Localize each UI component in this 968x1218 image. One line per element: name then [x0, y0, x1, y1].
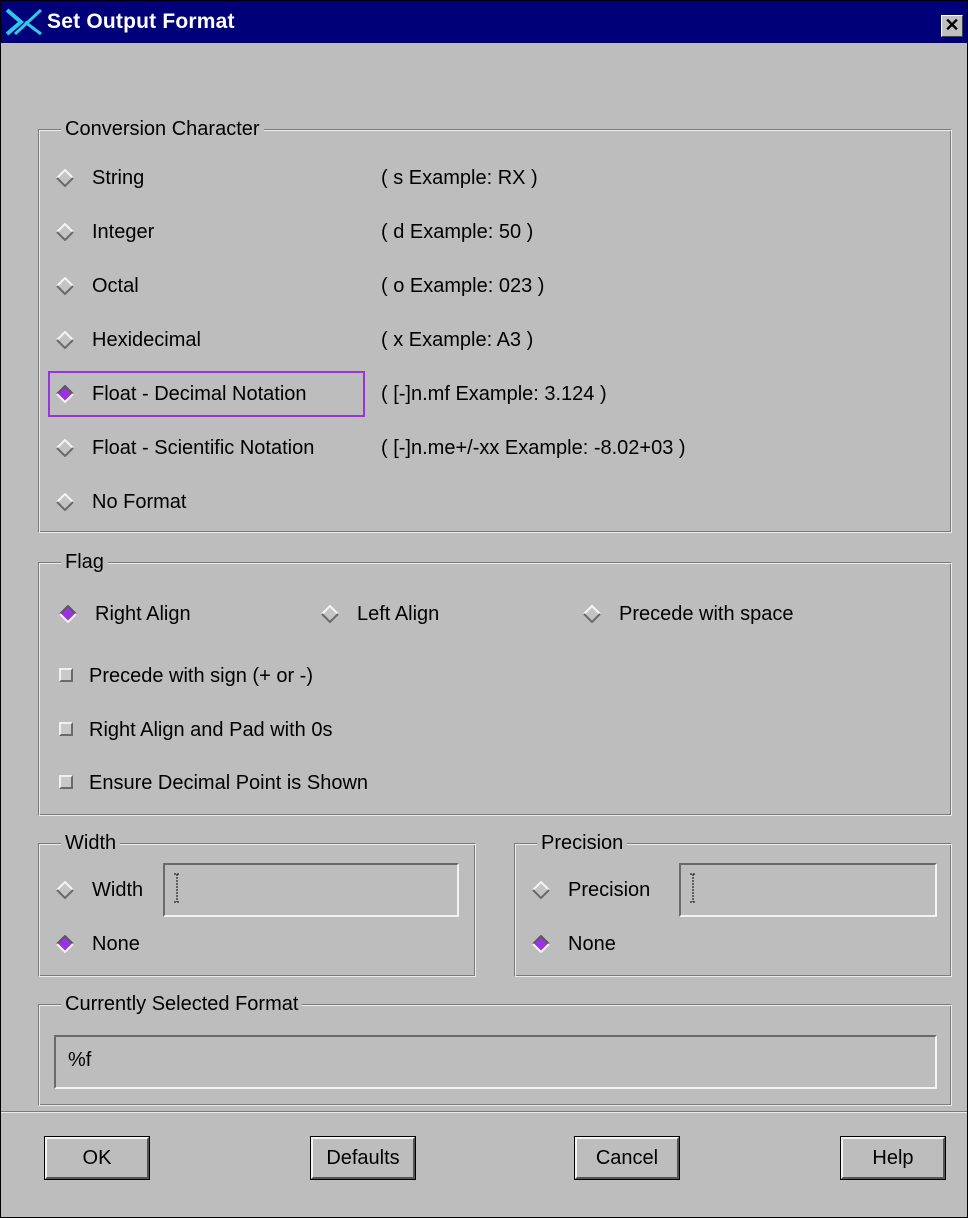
radio-off-icon [56, 881, 74, 899]
radio-label: Float - Scientific Notation [92, 437, 315, 459]
width-legend: Width [61, 831, 121, 855]
current-format-legend: Currently Selected Format [61, 992, 303, 1016]
conversion-character-legend: Conversion Character [61, 117, 264, 141]
dialog-window: Set Output Format ✕ Conversion Character… [0, 0, 968, 1218]
checkbox-icon [59, 668, 73, 682]
radio-on-icon [59, 605, 77, 623]
radio-label: Octal [92, 275, 139, 297]
checkbox-label: Right Align and Pad with 0s [89, 719, 333, 741]
example-text: ( s Example: RX ) [381, 167, 538, 189]
radio-label: None [568, 933, 616, 955]
flag-legend: Flag [61, 550, 108, 574]
precision-input[interactable] [679, 863, 937, 917]
checkbox-label: Precede with sign (+ or -) [89, 665, 313, 687]
defaults-button[interactable]: Defaults [310, 1136, 416, 1180]
radio-label: Left Align [357, 603, 440, 625]
radio-label: String [92, 167, 145, 189]
radio-label: No Format [92, 491, 187, 513]
x-logo-icon [5, 8, 43, 36]
example-text: ( [-]n.mf Example: 3.124 ) [381, 383, 607, 405]
checkbox-icon [59, 775, 73, 789]
radio-off-icon [56, 223, 74, 241]
width-input[interactable] [163, 863, 459, 917]
cancel-button[interactable]: Cancel [574, 1136, 680, 1180]
example-text: ( d Example: 50 ) [381, 221, 534, 243]
radio-on-icon [532, 935, 550, 953]
checkbox-icon [59, 722, 73, 736]
radio-off-icon [583, 605, 601, 623]
radio-label: Integer [92, 221, 155, 243]
radio-label: Right Align [95, 603, 191, 625]
radio-label: Width [92, 879, 144, 901]
radio-off-icon [532, 881, 550, 899]
example-text: ( [-]n.me+/-xx Example: -8.02+03 ) [381, 437, 686, 459]
radio-label: None [92, 933, 140, 955]
radio-label: Hexidecimal [92, 329, 201, 351]
radio-off-icon [56, 493, 74, 511]
current-format-value: %f [68, 1049, 92, 1071]
radio-off-icon [321, 605, 339, 623]
current-format-field[interactable]: %f [54, 1035, 937, 1089]
text-cursor-icon [690, 873, 696, 903]
window-title: Set Output Format [47, 10, 235, 33]
title-bar[interactable]: Set Output Format ✕ [1, 1, 967, 43]
radio-on-icon [56, 385, 74, 403]
example-text: ( x Example: A3 ) [381, 329, 534, 351]
close-icon[interactable]: ✕ [941, 15, 963, 37]
precision-legend: Precision [537, 831, 628, 855]
checkbox-label: Ensure Decimal Point is Shown [89, 772, 369, 794]
radio-label: Precision [568, 879, 651, 901]
ok-button[interactable]: OK [44, 1136, 150, 1180]
radio-off-icon [56, 331, 74, 349]
radio-on-icon [56, 935, 74, 953]
help-button[interactable]: Help [840, 1136, 946, 1180]
radio-label: Precede with space [619, 603, 794, 625]
example-text: ( o Example: 023 ) [381, 275, 545, 297]
radio-off-icon [56, 169, 74, 187]
radio-off-icon [56, 439, 74, 457]
text-cursor-icon [174, 873, 180, 903]
separator [1, 1111, 967, 1113]
radio-label: Float - Decimal Notation [92, 383, 307, 405]
radio-off-icon [56, 277, 74, 295]
